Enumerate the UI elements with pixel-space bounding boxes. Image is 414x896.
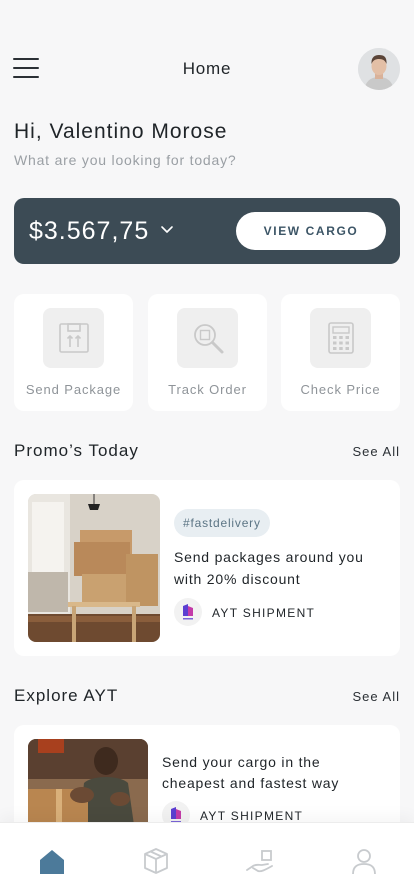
brand-name: AYT SHIPMENT: [212, 606, 316, 620]
balance-card: $3.567,75 VIEW CARGO: [14, 198, 400, 264]
calculator-icon: [310, 308, 371, 368]
promo-tag[interactable]: #fastdelivery: [174, 509, 270, 537]
view-cargo-button[interactable]: VIEW CARGO: [236, 212, 386, 250]
explore-see-all-link[interactable]: See All: [353, 689, 400, 704]
brand-logo: [174, 598, 202, 626]
promo-description: Send packages around you with 20% discou…: [174, 549, 364, 587]
action-label: Check Price: [300, 382, 381, 397]
promos-see-all-link[interactable]: See All: [353, 444, 400, 459]
action-label: Track Order: [168, 382, 247, 397]
promos-section-title: Promo’s Today: [14, 441, 139, 460]
user-avatar[interactable]: [358, 48, 400, 90]
top-app-bar: Home: [0, 44, 414, 94]
magnifier-icon: [177, 308, 238, 368]
delivery-icon[interactable]: [244, 845, 276, 877]
greeting-title: Hi, Valentino Morose: [14, 120, 228, 143]
greeting-subtitle: What are you looking for today?: [14, 152, 237, 168]
check-price-button[interactable]: Check Price: [281, 294, 400, 411]
balance-amount: $3.567,75: [29, 217, 150, 245]
promo-card[interactable]: #fastdelivery Send packages around you w…: [14, 480, 400, 656]
track-order-button[interactable]: Track Order: [148, 294, 267, 411]
chevron-down-icon[interactable]: [160, 225, 174, 235]
page-title: Home: [182, 59, 232, 78]
home-icon[interactable]: [36, 845, 68, 877]
send-package-button[interactable]: Send Package: [14, 294, 133, 411]
brand-name: AYT SHIPMENT: [200, 809, 304, 823]
bottom-tab-bar: [0, 822, 414, 896]
profile-icon[interactable]: [348, 845, 380, 877]
explore-section-title: Explore AYT: [14, 686, 119, 705]
action-label: Send Package: [25, 382, 122, 397]
promo-image: [28, 494, 160, 642]
box-icon[interactable]: [140, 845, 172, 877]
package-icon: [43, 308, 104, 368]
explore-description: Send your cargo in the cheapest and fast…: [162, 754, 340, 791]
